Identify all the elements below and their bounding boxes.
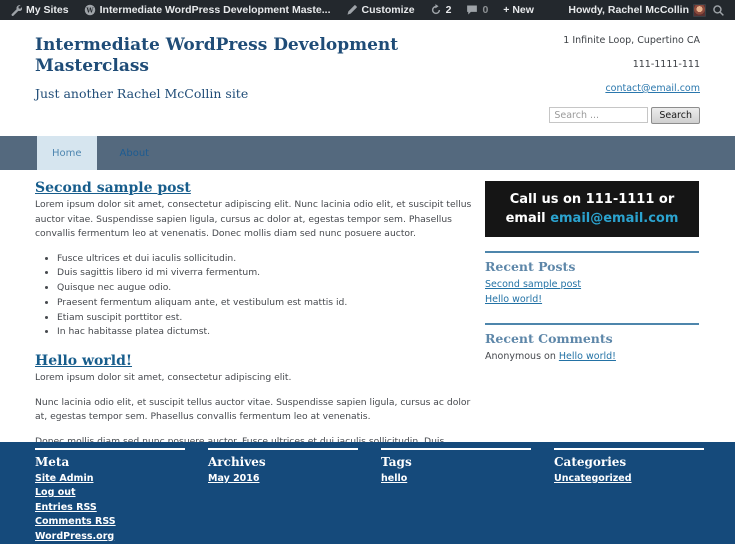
post-hello-world: Hello world! Lorem ipsum dolor sit amet,… <box>35 350 475 441</box>
comment-post-link[interactable]: Hello world! <box>559 351 616 362</box>
list-item: Duis sagittis libero id mi viverra ferme… <box>57 266 475 281</box>
header-email-link[interactable]: contact@email.com <box>605 83 700 94</box>
footer-rule <box>554 447 704 450</box>
footer-column-title: Tags <box>381 454 412 469</box>
wordpress-logo-icon: W <box>84 4 96 16</box>
footer-link[interactable]: hello <box>381 472 534 487</box>
my-sites-label: My Sites <box>26 4 69 16</box>
call-us-email-link[interactable]: email@email.com <box>550 211 678 226</box>
comment-author: Anonymous on <box>485 351 559 362</box>
footer-column-title: Categories <box>554 454 627 469</box>
header-address: 1 Infinite Loop, Cupertino CA <box>563 35 700 46</box>
updates-menu[interactable]: 2 <box>430 4 452 16</box>
howdy-label: Howdy, Rachel McCollin <box>568 4 689 16</box>
site-tagline: Just another Rachel McCollin site <box>35 86 249 101</box>
list-item: Etiam suscipit porttitor est. <box>57 311 475 326</box>
header-phone: 111-1111-111 <box>632 59 700 70</box>
post-paragraph: Nunc lacinia odio elit, et suscipit tell… <box>35 396 471 423</box>
footer-link[interactable]: WordPress.org <box>35 530 188 544</box>
post-title-link[interactable]: Hello world! <box>35 353 132 369</box>
list-item: Praesent fermentum aliquam ante, et vest… <box>57 296 475 311</box>
recent-post-link[interactable]: Second sample post <box>485 277 699 292</box>
site-branding: Intermediate WordPress Development Maste… <box>35 35 465 124</box>
main-nav: Home About <box>0 136 735 170</box>
howdy-account-menu[interactable]: Howdy, Rachel McCollin <box>568 3 706 17</box>
post-paragraph: Lorem ipsum dolor sit amet, consectetur … <box>35 372 292 384</box>
admin-bar-right: Howdy, Rachel McCollin <box>568 3 725 17</box>
footer-column-categories: Categories Uncategorized <box>554 447 707 544</box>
comments-count: 0 <box>482 4 489 16</box>
page: My Sites W Intermediate WordPress Develo… <box>0 0 735 544</box>
search-button[interactable]: Search <box>651 107 700 124</box>
search-input[interactable] <box>549 107 649 123</box>
post-paragraph: Lorem ipsum dolor sit amet, consectetur … <box>35 199 472 239</box>
svg-text:W: W <box>85 6 94 14</box>
footer-column-title: Meta <box>35 454 70 469</box>
recent-comment-item: Anonymous on Hello world! <box>485 349 699 364</box>
site-name-label: Intermediate WordPress Development Maste… <box>99 4 331 16</box>
recent-posts-widget: Recent Posts Second sample post Hello wo… <box>485 251 699 307</box>
footer-column-archives: Archives May 2016 <box>208 447 361 544</box>
new-label: + New <box>503 4 534 16</box>
updates-count: 2 <box>445 4 452 16</box>
sidebar: Call us on 111-1111 or email email@email… <box>485 177 699 442</box>
main-area: Second sample post Lorem ipsum dolor sit… <box>0 170 735 442</box>
list-item: In hac habitasse platea dictumst. <box>57 325 475 340</box>
widget-title: Recent Comments <box>485 331 613 346</box>
customize-menu[interactable]: Customize <box>346 4 415 16</box>
footer-rule <box>381 447 531 450</box>
widget-title: Recent Posts <box>485 259 576 274</box>
footer-column-tags: Tags hello <box>381 447 534 544</box>
footer-link[interactable]: May 2016 <box>208 472 361 487</box>
footer-link[interactable]: Log out <box>35 486 188 501</box>
header-search-form: Search <box>525 107 700 124</box>
post-title-link[interactable]: Second sample post <box>35 180 191 196</box>
footer-rule <box>208 447 358 450</box>
post-second-sample: Second sample post Lorem ipsum dolor sit… <box>35 177 475 340</box>
new-content-menu[interactable]: + New <box>503 4 534 16</box>
admin-search-icon[interactable] <box>712 4 725 17</box>
footer-link[interactable]: Uncategorized <box>554 472 707 487</box>
pencil-icon <box>346 4 358 16</box>
nav-item-home[interactable]: Home <box>37 136 97 170</box>
list-item: Quisque nec augue odio. <box>57 281 475 296</box>
footer-link[interactable]: Entries RSS <box>35 501 188 516</box>
comments-menu[interactable]: 0 <box>466 4 488 16</box>
footer-link[interactable]: Comments RSS <box>35 515 188 530</box>
content-column: Second sample post Lorem ipsum dolor sit… <box>35 177 475 442</box>
updates-icon <box>430 4 442 16</box>
admin-bar-left: My Sites W Intermediate WordPress Develo… <box>10 4 534 16</box>
footer-rule <box>35 447 185 450</box>
call-us-box: Call us on 111-1111 or email email@email… <box>485 181 699 237</box>
list-item: Fusce ultrices et dui iaculis sollicitud… <box>57 252 475 267</box>
nav-item-about[interactable]: About <box>105 136 165 170</box>
admin-bar: My Sites W Intermediate WordPress Develo… <box>0 0 735 20</box>
post-list: Fusce ultrices et dui iaculis sollicitud… <box>57 252 475 341</box>
recent-comments-widget: Recent Comments Anonymous on Hello world… <box>485 323 699 364</box>
site-name-menu[interactable]: W Intermediate WordPress Development Mas… <box>84 4 331 16</box>
site-header: Intermediate WordPress Development Maste… <box>0 20 735 124</box>
footer-column-title: Archives <box>208 454 266 469</box>
comment-bubble-icon <box>466 4 478 16</box>
footer-link[interactable]: Site Admin <box>35 472 188 487</box>
avatar <box>693 3 706 17</box>
footer-column-meta: Meta Site Admin Log out Entries RSS Comm… <box>35 447 188 544</box>
customize-label: Customize <box>361 4 415 16</box>
site-title[interactable]: Intermediate WordPress Development Maste… <box>35 35 465 77</box>
post-paragraph: Donec mollis diam sed nunc posuere aucto… <box>35 435 445 442</box>
my-sites-menu[interactable]: My Sites <box>10 4 69 16</box>
footer: Meta Site Admin Log out Entries RSS Comm… <box>0 441 735 544</box>
wrench-icon <box>10 4 23 16</box>
recent-post-link[interactable]: Hello world! <box>485 292 699 307</box>
header-contact: 1 Infinite Loop, Cupertino CA 111-1111-1… <box>525 35 700 124</box>
